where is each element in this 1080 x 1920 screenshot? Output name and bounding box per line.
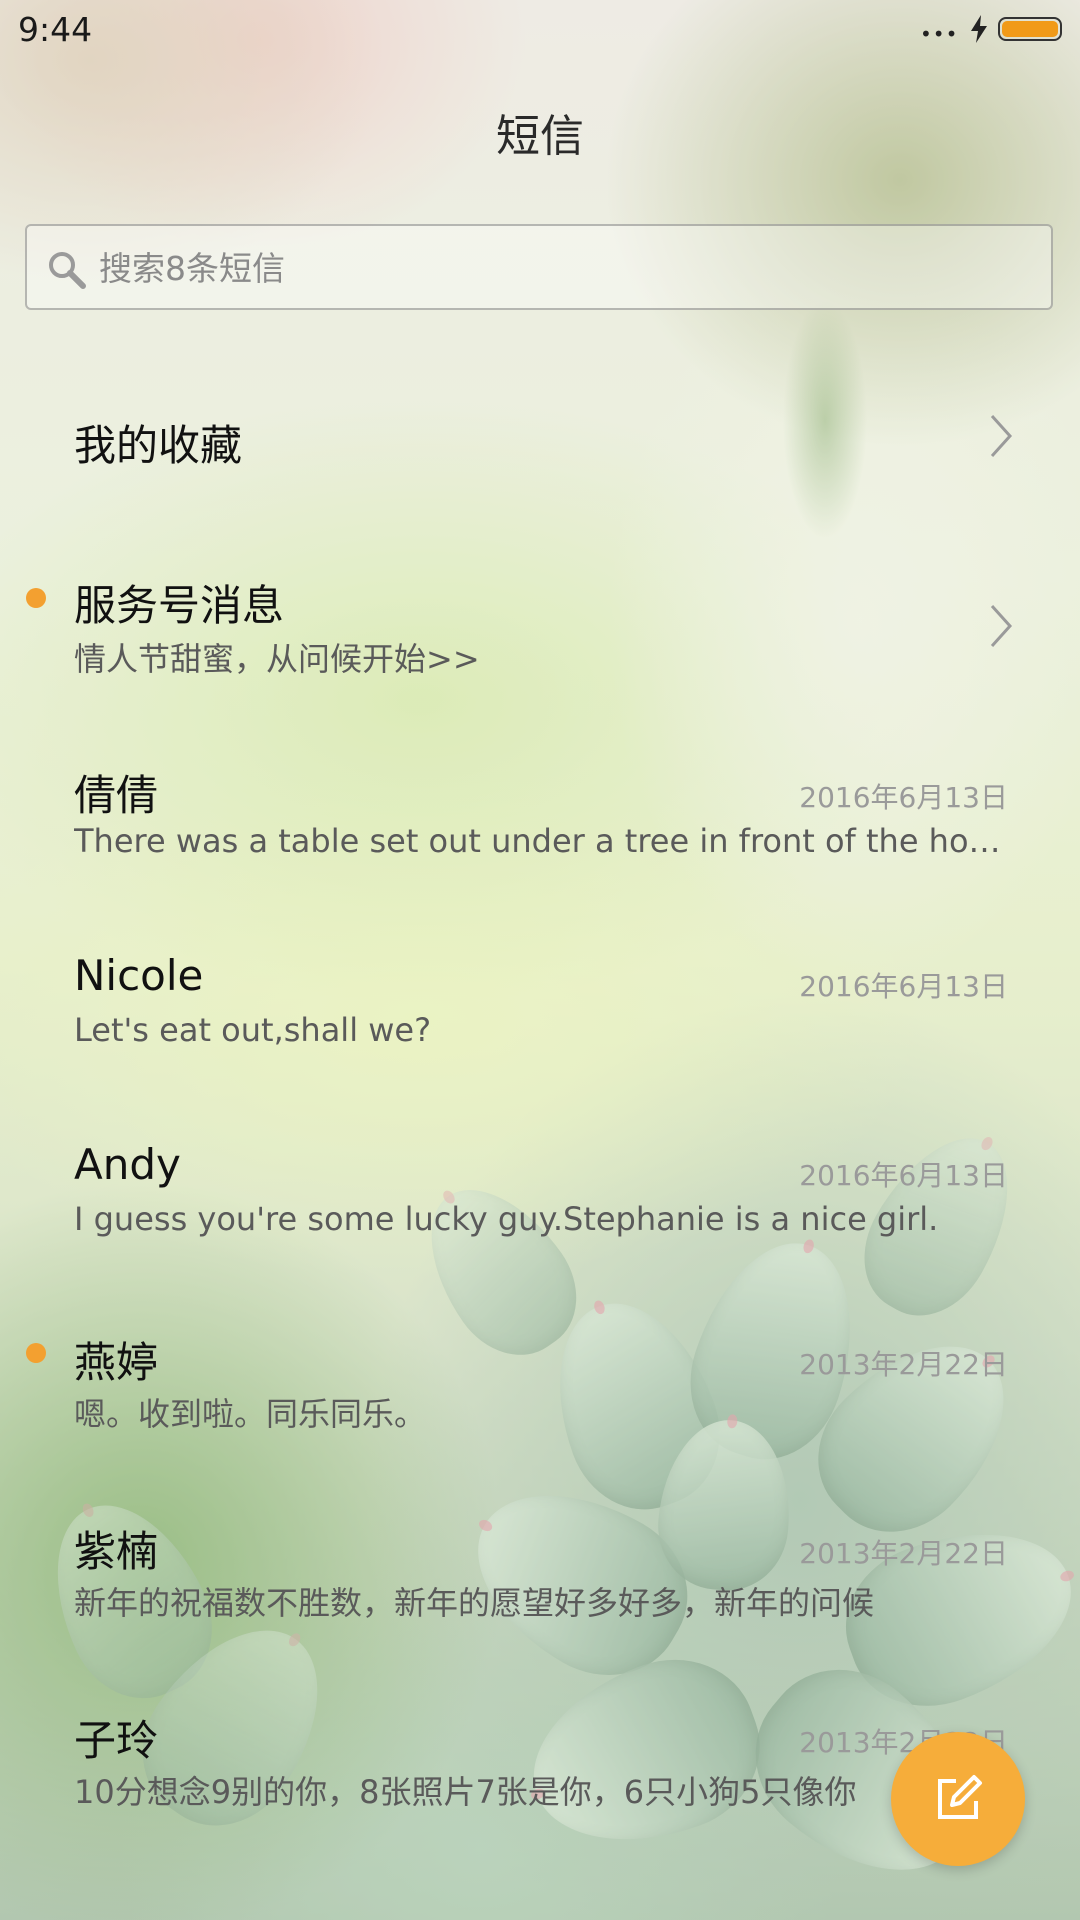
message-preview: 10分想念9别的你，8张照片7张是你，6只小狗5只像你: [74, 1773, 857, 1811]
message-preview: Let's eat out,shall we?: [74, 1011, 432, 1049]
conversation-row[interactable]: Andy 2016年6月13日 I guess you're some lucky …: [0, 1128, 1080, 1268]
conversation-row[interactable]: 燕婷 2013年2月22日嗯。收到啦。同乐同乐。: [0, 1317, 1080, 1457]
status-time: 9:44: [18, 10, 93, 49]
message-date: 2016年6月13日: [799, 970, 1008, 1003]
conversation-row[interactable]: 紫楠 2013年2月22日新年的祝福数不胜数，新年的愿望好多好多，新年的问候: [0, 1506, 1080, 1646]
battery-icon: [998, 17, 1062, 41]
unread-dot: [26, 588, 46, 608]
page-title: 短信: [496, 111, 584, 162]
favorites-row[interactable]: 我的收藏: [0, 380, 1080, 490]
contact-name: 燕婷: [74, 1338, 159, 1387]
charging-bolt-icon: [971, 15, 987, 43]
search-input[interactable]: [97, 226, 1041, 310]
status-bar: 9:44 •••: [0, 0, 1080, 60]
chevron-right-icon: [990, 604, 1013, 648]
unread-dot: [26, 1343, 46, 1363]
battery-level: [1002, 21, 1058, 37]
compose-icon: [938, 1775, 982, 1819]
contact-name: Andy: [74, 1140, 181, 1189]
favorites-label: 我的收藏: [74, 421, 243, 470]
message-date: 2016年6月13日: [799, 781, 1008, 814]
message-preview: I guess you're some lucky guy.Stephanie …: [74, 1200, 939, 1238]
message-date: 2013年2月22日: [799, 1348, 1008, 1381]
service-subtitle: 情人节甜蜜，从问候开始>>: [74, 640, 480, 678]
signal-dots-icon: •••: [920, 22, 959, 46]
service-messages-row[interactable]: 服务号消息 情人节甜蜜，从问候开始>>: [0, 560, 1080, 690]
message-date: 2016年6月13日: [799, 1159, 1008, 1192]
contact-name: 子玲: [74, 1716, 159, 1765]
contact-name: 倩倩: [74, 771, 159, 820]
contact-name: Nicole: [74, 951, 204, 1000]
message-date: 2013年2月22日: [799, 1537, 1008, 1570]
compose-button[interactable]: [891, 1732, 1025, 1866]
conversation-row[interactable]: 倩倩 2016年6月13日 There was a table set out un…: [0, 750, 1080, 890]
contact-name: 紫楠: [74, 1527, 159, 1576]
message-preview: 新年的祝福数不胜数，新年的愿望好多好多，新年的问候: [74, 1584, 875, 1622]
chevron-right-icon: [990, 414, 1013, 458]
message-preview: There was a table set out under a tree i…: [74, 822, 1004, 860]
conversation-row[interactable]: Nicole 2016年6月13日 Let's eat out,shall we?: [0, 939, 1080, 1079]
search-icon: [49, 252, 86, 289]
service-title: 服务号消息: [74, 581, 285, 630]
message-preview: 嗯。收到啦。同乐同乐。: [74, 1395, 427, 1433]
search-bar[interactable]: [25, 224, 1053, 310]
